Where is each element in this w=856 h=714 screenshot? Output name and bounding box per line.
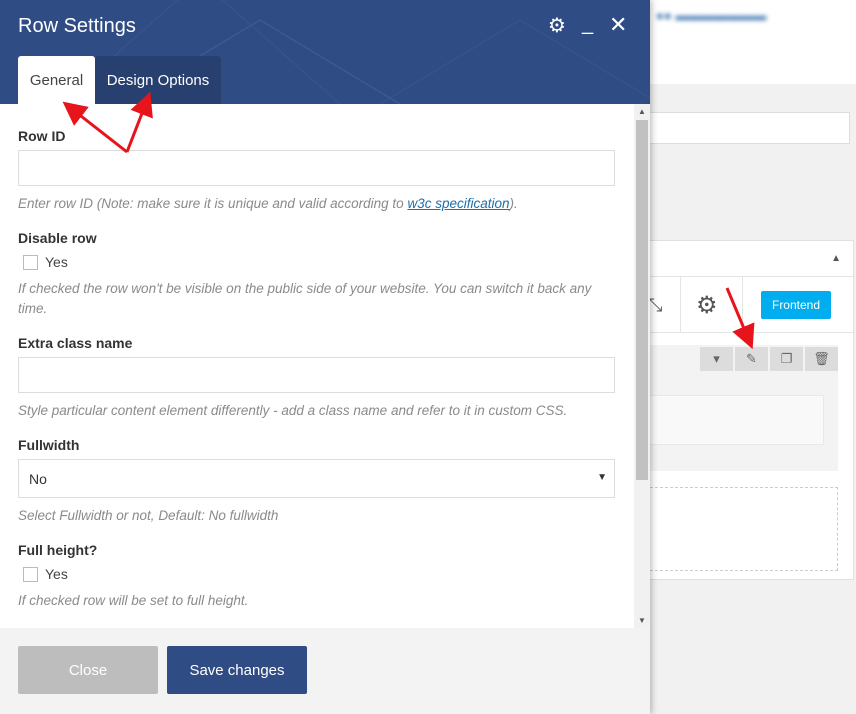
row-column: [650, 395, 824, 445]
modal-title: Row Settings: [18, 15, 136, 37]
extra-class-help: Style particular content element differe…: [18, 403, 568, 418]
full-height-checkbox-label[interactable]: Yes: [45, 566, 68, 582]
row-id-input[interactable]: [18, 150, 615, 186]
clone-icon[interactable]: ❐: [770, 347, 803, 371]
full-height-checkbox[interactable]: [23, 566, 38, 582]
disable-row-checkbox-label[interactable]: Yes: [45, 254, 68, 270]
extra-class-label: Extra class name: [18, 335, 133, 351]
close-button[interactable]: Close: [18, 646, 158, 694]
fullwidth-select[interactable]: No ▼: [18, 459, 615, 498]
w3c-specification-link[interactable]: w3c specification: [407, 196, 509, 211]
blurred-link: ●● ▬▬▬▬▬▬▬: [656, 8, 767, 23]
gear-icon[interactable]: ⚙: [548, 14, 566, 38]
row-dropdown-icon[interactable]: ▾: [700, 347, 733, 371]
close-icon[interactable]: ✕: [609, 13, 627, 37]
fullwidth-help: Select Fullwidth or not, Default: No ful…: [18, 508, 279, 523]
edit-pencil-icon[interactable]: ✎: [735, 347, 768, 371]
row-id-help-suffix: ).: [509, 196, 518, 211]
fullscreen-icon[interactable]: ⤡: [648, 295, 662, 316]
builder-toolbar: ⤡ ⚙ Frontend: [648, 277, 853, 333]
scroll-up-icon[interactable]: ▲: [638, 107, 646, 116]
row-settings-modal: Row Settings ⚙ _ ✕ General Design Option…: [0, 0, 650, 714]
disable-row-checkbox[interactable]: [23, 254, 38, 270]
full-height-help: If checked row will be set to full heigh…: [18, 593, 249, 608]
collapse-caret-icon[interactable]: ▲: [831, 253, 841, 264]
modal-footer: Close Save changes: [0, 628, 650, 714]
extra-class-input[interactable]: [18, 357, 615, 393]
frontend-button[interactable]: Frontend: [761, 291, 831, 319]
full-height-label: Full height?: [18, 542, 98, 558]
select-caret-icon: ▼: [597, 472, 607, 483]
tab-general[interactable]: General: [18, 56, 95, 104]
background-header: ●● ▬▬▬▬▬▬▬: [650, 0, 856, 84]
save-changes-button[interactable]: Save changes: [167, 646, 307, 694]
background-editor: ●● ▬▬▬▬▬▬▬ ▲ ⤡ ⚙ Frontend ▾ ✎ ❐ 🗑: [648, 0, 856, 714]
row-id-label: Row ID: [18, 128, 66, 144]
builder-panel-header: ▲: [650, 241, 853, 277]
modal-header: Row Settings ⚙ _ ✕ General Design Option…: [0, 0, 650, 104]
disable-row-checkbox-row: Yes: [23, 254, 68, 270]
scroll-down-icon[interactable]: ▼: [638, 616, 646, 625]
trash-icon[interactable]: 🗑: [805, 347, 838, 371]
add-element-dropzone[interactable]: [650, 487, 838, 571]
full-height-checkbox-row: Yes: [23, 566, 68, 582]
toolbar-divider: [742, 277, 743, 333]
gear-icon[interactable]: ⚙: [696, 291, 718, 320]
builder-row: ▾ ✎ ❐ 🗑: [650, 345, 838, 471]
minimize-icon[interactable]: _: [582, 12, 593, 36]
fullwidth-label: Fullwidth: [18, 437, 80, 453]
modal-body: Row ID Enter row ID (Note: make sure it …: [0, 104, 634, 628]
scrollbar-thumb[interactable]: [636, 120, 648, 480]
builder-panel: ▲ ⤡ ⚙ Frontend ▾ ✎ ❐ 🗑: [648, 240, 854, 580]
disable-row-label: Disable row: [18, 230, 97, 246]
fullwidth-selected-value: No: [29, 470, 47, 487]
disable-row-help: If checked the row won't be visible on t…: [18, 281, 592, 316]
modal-scrollbar[interactable]: ▲ ▼: [634, 104, 650, 628]
row-id-help-text: Enter row ID (Note: make sure it is uniq…: [18, 196, 408, 211]
tab-design-options[interactable]: Design Options: [95, 56, 221, 104]
background-title-input[interactable]: [650, 112, 850, 144]
row-controls: ▾ ✎ ❐ 🗑: [700, 347, 838, 371]
row-id-help: Enter row ID (Note: make sure it is uniq…: [18, 194, 618, 214]
toolbar-divider: [680, 277, 681, 333]
